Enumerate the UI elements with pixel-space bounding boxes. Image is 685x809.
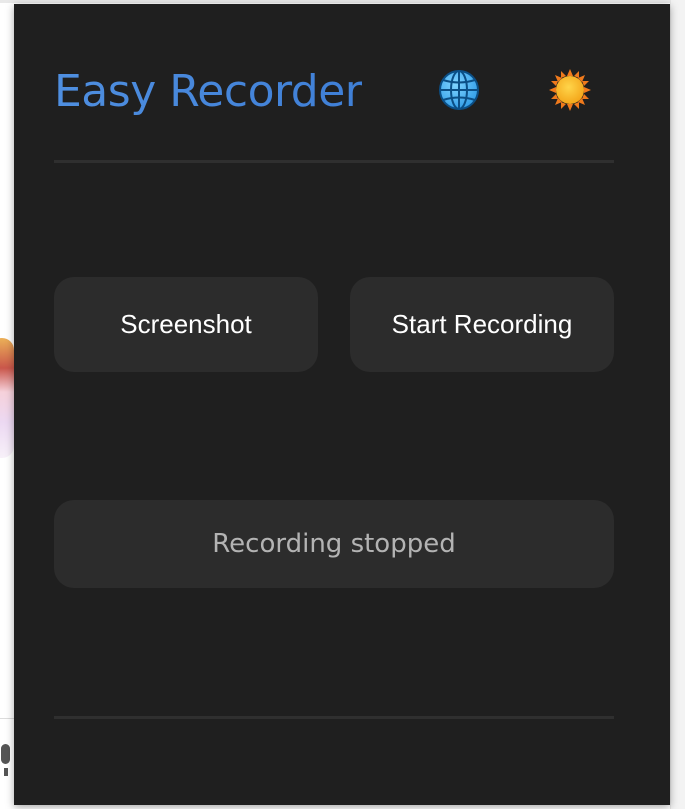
browser-edge (0, 0, 685, 3)
footer-divider (54, 716, 614, 719)
screenshot-button[interactable]: Screenshot (54, 277, 318, 372)
microphone-icon (1, 744, 10, 776)
recording-status: Recording stopped (54, 500, 614, 588)
header-divider (54, 160, 614, 163)
theme-toggle-button[interactable] (548, 68, 592, 112)
browser-scrollbar-area (670, 0, 685, 809)
sun-icon (549, 69, 591, 111)
screen: Easy Recorder Screenshot Start Recording… (0, 0, 685, 809)
background-page-image (0, 338, 14, 458)
app-title: Easy Recorder (54, 64, 363, 120)
start-recording-button[interactable]: Start Recording (350, 277, 614, 372)
popup-header: Easy Recorder (54, 62, 614, 122)
globe-icon (439, 70, 479, 110)
language-button[interactable] (437, 68, 481, 112)
extension-popup: Easy Recorder Screenshot Start Recording… (14, 4, 670, 805)
